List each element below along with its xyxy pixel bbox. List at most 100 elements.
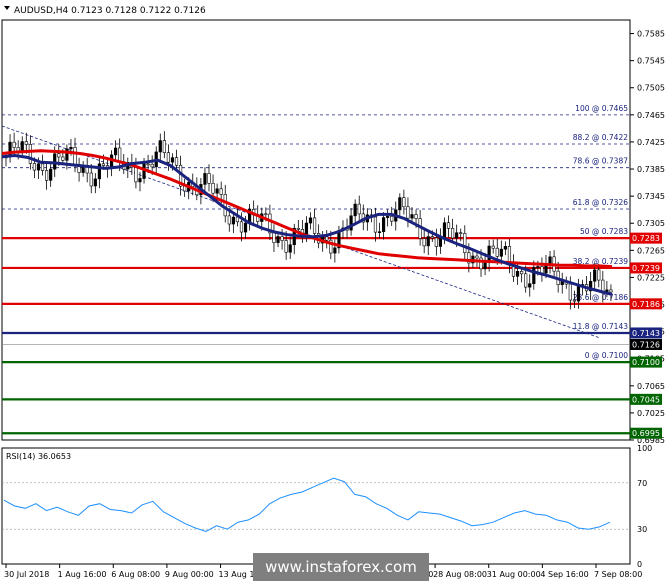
candle-body	[239, 221, 244, 233]
candle-body	[475, 255, 479, 259]
candle-body	[97, 163, 101, 180]
candle-body	[158, 140, 162, 153]
candle-body	[381, 217, 386, 232]
candle-body	[487, 245, 491, 263]
rsi-plot-border	[1, 447, 631, 565]
candle-body	[288, 244, 292, 253]
watermark: www.instaforex.com	[253, 553, 429, 581]
fib-label: 50 @ 0.7283	[580, 227, 628, 236]
rsi-line	[3, 477, 611, 533]
candle-body	[528, 283, 532, 288]
level-price-label: 0.7186	[632, 300, 660, 309]
rsi-tick-label: 70	[637, 479, 647, 488]
candle-body	[44, 170, 49, 181]
candle-body	[515, 271, 520, 277]
candle-body	[101, 163, 106, 166]
candle-body	[540, 266, 544, 274]
candle-body	[49, 168, 53, 181]
rsi-tick-label: 0	[637, 560, 642, 569]
candle-body	[264, 213, 268, 216]
candle-body	[215, 188, 219, 194]
chart-frame: AUDUSD,H4 0.7123 0.7128 0.7122 0.7126 0.7…	[0, 0, 665, 582]
candle-body	[203, 173, 207, 185]
candle-body	[524, 273, 528, 288]
candle-body	[406, 206, 410, 219]
x-tick-label: 1 Aug 16:00	[58, 570, 107, 579]
price-tick-label: 0.7265	[637, 246, 665, 255]
candle-body	[40, 163, 45, 171]
candles	[4, 131, 613, 310]
candle-body	[114, 147, 118, 156]
candle-body	[24, 141, 28, 145]
candle-body	[410, 214, 414, 219]
rsi-label: RSI(14) 36.0653	[6, 452, 71, 461]
candle-body	[231, 216, 235, 225]
candle-body	[150, 163, 154, 168]
candle-body	[61, 156, 65, 161]
candle-body	[312, 217, 317, 234]
price-tick-label: 0.7425	[637, 138, 665, 147]
candle-body	[353, 203, 357, 217]
x-tick-label: 6 Aug 08:00	[111, 570, 160, 579]
price-tick-label: 0.7505	[637, 84, 665, 93]
candle-body	[442, 222, 447, 238]
x-tick-label: 30 Jul 2018	[4, 570, 49, 579]
level-price-label: 0.7100	[632, 358, 660, 367]
candle-body	[430, 236, 434, 239]
candle-body	[463, 233, 467, 253]
candle-body	[166, 152, 171, 163]
candle-body	[536, 266, 540, 268]
candle-body	[422, 238, 426, 247]
candle-body	[12, 141, 16, 148]
x-tick-label: 31 Aug 00:00	[487, 570, 541, 579]
price-tick-label: 0.7465	[637, 111, 665, 120]
candle-body	[520, 271, 524, 275]
candle-body	[227, 215, 231, 225]
candle-body	[73, 147, 77, 165]
candle-body	[426, 236, 430, 247]
candle-body	[357, 203, 361, 215]
candle-body	[57, 153, 61, 158]
candle-body	[572, 299, 576, 302]
candle-body	[333, 247, 337, 254]
candle-body	[446, 222, 451, 229]
candle-body	[170, 157, 175, 163]
dropdown-triangle-icon	[4, 6, 10, 10]
candle-body	[593, 269, 597, 282]
x-tick-label: 7 Sep 08:00	[594, 570, 642, 579]
rsi-tick-label: 100	[637, 444, 652, 453]
candle-body	[219, 188, 223, 195]
candle-body	[134, 166, 138, 183]
price-chart[interactable]: AUDUSD,H4 0.7123 0.7128 0.7122 0.7126 0.7…	[0, 0, 665, 582]
candle-body	[495, 247, 499, 257]
candle-body	[483, 261, 487, 270]
candle-body	[296, 227, 300, 230]
candle-body	[138, 178, 142, 183]
candle-body	[162, 140, 166, 153]
candle-body	[174, 157, 179, 166]
x-tick-label: 28 Aug 08:00	[433, 570, 487, 579]
candle-body	[207, 173, 211, 184]
candle-body	[414, 214, 418, 219]
candle-body	[16, 147, 20, 152]
fib-label: 0 @ 0.7100	[585, 351, 629, 360]
candle-body	[69, 147, 73, 150]
candle-body	[434, 237, 438, 247]
candle-body	[450, 228, 455, 239]
candle-body	[576, 286, 581, 302]
candle-body	[373, 216, 378, 233]
candle-body	[597, 269, 601, 281]
price-tick-label: 0.7225	[637, 273, 665, 282]
candle-body	[146, 163, 150, 166]
candle-body	[211, 182, 215, 194]
candle-body	[284, 240, 288, 253]
price-panel: AUDUSD,H4 0.7123 0.7128 0.7122 0.7126 0.7…	[1, 6, 665, 445]
price-tick-label: 0.7545	[637, 57, 665, 66]
candle-body	[308, 217, 313, 224]
candle-body	[398, 197, 402, 211]
price-tick-label: 0.7345	[637, 192, 665, 201]
price-tick-label: 0.7025	[637, 409, 665, 418]
price-tick-label: 0.7305	[637, 219, 665, 228]
rsi-tick-label: 30	[637, 525, 647, 534]
candle-body	[386, 216, 390, 218]
